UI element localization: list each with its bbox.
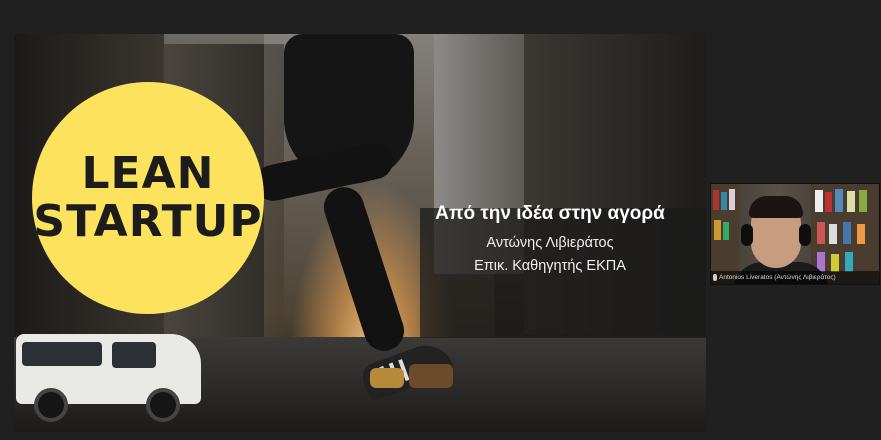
headset-left-icon [741,224,753,246]
participant-name-bar: Antonios Liveratos (Αντώνης Λιβιεράτος) [711,271,879,284]
badge-line-1: LEAN [81,148,215,199]
participant-name: Antonios Liveratos (Αντώνης Λιβιεράτος) [719,274,836,281]
participant-video-tile[interactable]: Antonios Liveratos (Αντώνης Λιβιεράτος) [710,183,880,285]
presenter-name: Αντώνης Λιβιεράτος [486,235,614,251]
car-taxi-2 [409,364,453,388]
white-van [16,324,206,422]
lean-startup-badge: LEAN STARTUP [32,82,264,314]
slide-title: Από την ιδέα στην αγορά [435,203,665,224]
participant-hair [749,196,803,218]
presenter-role: Επικ. Καθηγητής ΕΚΠΑ [474,258,626,274]
meeting-stage: LEAN STARTUP Από την ιδέα στην αγορά Αντ… [0,0,881,440]
car-taxi-1 [370,368,404,388]
microphone-icon [713,274,717,281]
badge-line-2: STARTUP [33,196,263,247]
headset-right-icon [799,224,811,246]
